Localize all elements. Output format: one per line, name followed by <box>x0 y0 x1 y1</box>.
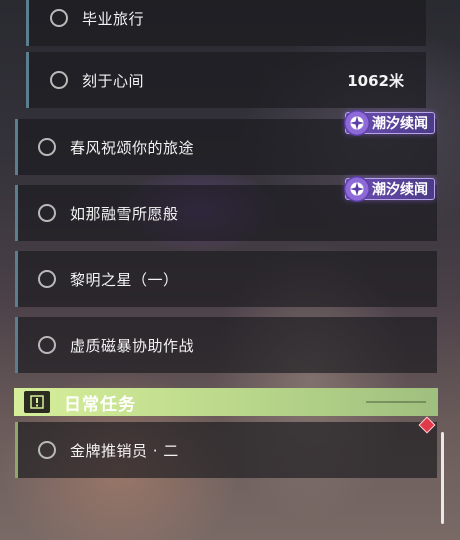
quest-item[interactable]: 虚质磁暴协助作战 <box>15 317 437 373</box>
quest-label: 春风祝颂你的旅途 <box>70 138 195 157</box>
radio-icon[interactable] <box>50 9 68 27</box>
quest-distance: 1062米 <box>347 71 404 90</box>
section-title: 日常任务 <box>64 394 136 415</box>
tag-label: 潮汐续闻 <box>372 116 428 132</box>
scrollbar[interactable] <box>441 432 444 524</box>
radio-icon[interactable] <box>38 138 56 156</box>
radio-icon[interactable] <box>38 204 56 222</box>
tide-tag: 潮汐续闻 <box>344 176 435 202</box>
quest-item[interactable]: 黎明之星（一） <box>15 251 437 307</box>
radio-icon[interactable] <box>38 270 56 288</box>
quest-label: 毕业旅行 <box>82 9 145 28</box>
quest-item[interactable]: 刻于心间 1062米 <box>26 52 426 108</box>
sparkle-icon <box>344 176 370 202</box>
radio-icon[interactable] <box>50 71 68 89</box>
tag-label: 潮汐续闻 <box>372 182 428 198</box>
quest-label: 虚质磁暴协助作战 <box>70 336 195 355</box>
radio-icon[interactable] <box>38 336 56 354</box>
radio-icon[interactable] <box>38 441 56 459</box>
quest-label: 黎明之星（一） <box>70 270 179 289</box>
sparkle-icon <box>344 110 370 136</box>
exclamation-icon <box>24 391 50 413</box>
quest-item[interactable]: 金牌推销员 · 二 <box>15 422 437 478</box>
tide-tag: 潮汐续闻 <box>344 110 435 136</box>
quest-label: 刻于心间 <box>82 71 145 90</box>
section-decoration <box>366 398 426 407</box>
quest-label: 如那融雪所愿般 <box>70 204 179 223</box>
quest-label: 金牌推销员 · 二 <box>70 441 179 460</box>
daily-section-header[interactable]: 日常任务 <box>14 388 438 416</box>
quest-item[interactable]: 毕业旅行 <box>26 0 426 46</box>
